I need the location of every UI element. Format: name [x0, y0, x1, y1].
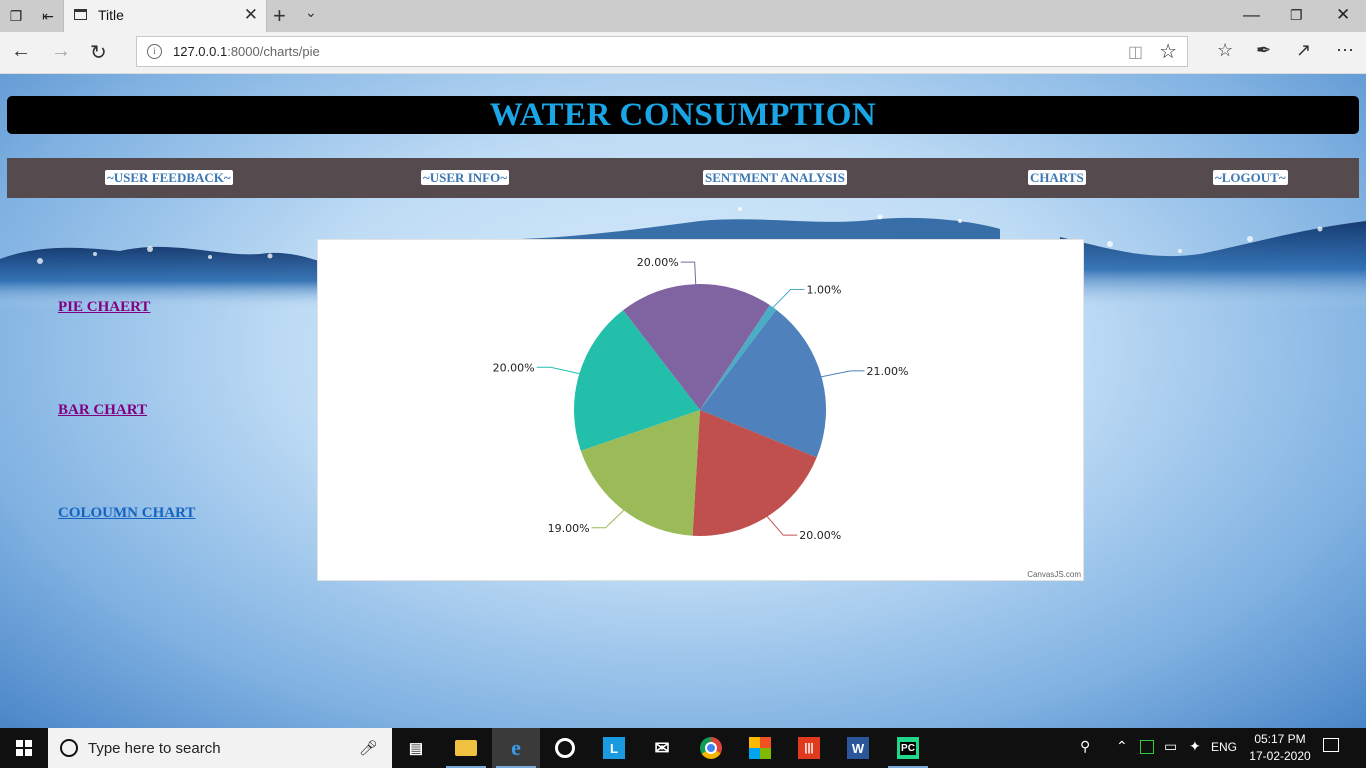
battery-icon[interactable]: ▭: [1164, 738, 1177, 755]
forward-icon[interactable]: →: [51, 40, 71, 63]
l-app-icon: L: [603, 737, 625, 759]
action-center-icon[interactable]: [1323, 738, 1339, 752]
new-tab-icon[interactable]: +: [273, 3, 286, 29]
back-icon[interactable]: ←: [11, 40, 31, 63]
word-icon: W: [847, 737, 869, 759]
l-app-button[interactable]: L: [590, 728, 638, 768]
taskbar-search[interactable]: Type here to search 🎤︎: [48, 728, 392, 768]
browser-tab-bar: ❐ ⇤ Title ✕ + ⌄ — ❐ ✕: [0, 0, 1366, 32]
show-hidden-icons-chevron[interactable]: ⌃: [1116, 738, 1128, 755]
set-tabs-aside-icon[interactable]: ⇤: [38, 6, 58, 26]
folder-icon: [455, 740, 477, 756]
task-view-icon: ▤: [408, 740, 424, 757]
favorites-list-icon[interactable]: ☆: [1217, 40, 1233, 61]
pie-label-3: 20.00%: [493, 361, 535, 374]
nav-user-info[interactable]: ~USER INFO~: [421, 170, 509, 185]
pen-icon[interactable]: ✒: [1256, 40, 1271, 61]
more-icon[interactable]: ⋯: [1336, 40, 1354, 61]
reading-view-icon[interactable]: ◫: [1128, 42, 1143, 62]
start-button[interactable]: [0, 728, 48, 768]
tab-list-chevron-icon[interactable]: ⌄: [305, 4, 317, 21]
pie-leader-line-2: [591, 509, 625, 529]
red-app-button[interactable]: |||: [785, 728, 833, 768]
file-explorer-button[interactable]: [442, 728, 490, 768]
pycharm-icon: PC: [897, 737, 919, 759]
disc-icon: [555, 738, 575, 758]
url-field[interactable]: i 127.0.0.1:8000/charts/pie ◫ ☆: [136, 36, 1188, 67]
refresh-icon[interactable]: ↻: [90, 40, 107, 65]
pie-chart-link[interactable]: PIE CHAERT: [58, 299, 150, 316]
close-tab-icon[interactable]: ✕: [244, 5, 258, 25]
pie-chart-panel: 21.00% 20.00% 19.00% 20.00% 20.00% 1.00% Canv…: [317, 239, 1084, 581]
wifi-icon[interactable]: ✦: [1189, 738, 1201, 755]
chart-credit[interactable]: CanvasJS.com: [1027, 570, 1081, 579]
nav-user-feedback[interactable]: ~USER FEEDBACK~: [105, 170, 233, 185]
red-app-icon: |||: [798, 737, 820, 759]
pie-label-2: 19.00%: [548, 522, 590, 535]
word-button[interactable]: W: [834, 728, 882, 768]
pie-label-5: 1.00%: [807, 283, 842, 296]
address-bar-row: ← → ↻ i 127.0.0.1:8000/charts/pie ◫ ☆ ☆ …: [0, 32, 1366, 74]
clock-date: 17-02-2020: [1249, 749, 1311, 763]
microphone-icon[interactable]: 🎤︎: [359, 739, 378, 757]
pie-leader-line-3: [536, 366, 580, 375]
pie-leader-line-1: [766, 516, 798, 536]
page-body: WATER CONSUMPTION ~USER FEEDBACK~ ~USER …: [0, 74, 1366, 728]
edge-icon: e: [511, 735, 521, 760]
windows-logo-icon: [16, 740, 32, 756]
page-title: WATER CONSUMPTION: [489, 97, 877, 133]
main-nav: ~USER FEEDBACK~ ~USER INFO~ SENTMENT ANA…: [7, 158, 1359, 198]
nav-charts[interactable]: CHARTS: [1028, 170, 1086, 185]
tray-app-icon[interactable]: [1140, 740, 1154, 754]
search-placeholder: Type here to search: [88, 740, 221, 757]
restore-icon[interactable]: ❐: [1290, 7, 1303, 24]
browser-tab[interactable]: Title ✕: [63, 0, 267, 32]
page-icon: [74, 9, 87, 20]
url-text: 127.0.0.1:8000/charts/pie: [173, 44, 320, 59]
chrome-icon: [700, 737, 722, 759]
pie-label-1: 20.00%: [799, 529, 841, 542]
mail-icon: ✉: [654, 737, 670, 758]
column-chart-link[interactable]: COLOUMN CHART: [58, 505, 195, 522]
mail-button[interactable]: ✉: [638, 728, 686, 768]
edge-browser-button[interactable]: e: [492, 728, 540, 768]
media-app-button[interactable]: [541, 728, 589, 768]
favorite-star-icon[interactable]: ☆: [1159, 39, 1177, 64]
pie-chart: 21.00% 20.00% 19.00% 20.00% 20.00% 1.00%: [493, 256, 909, 542]
chrome-button[interactable]: [687, 728, 735, 768]
task-view-button[interactable]: ▤: [392, 728, 440, 768]
share-icon[interactable]: ↗: [1296, 40, 1311, 61]
windows-taskbar: Type here to search 🎤︎ ▤ e L ✉ ||| W PC …: [0, 728, 1366, 768]
store-button[interactable]: [736, 728, 784, 768]
language-indicator[interactable]: ENG: [1211, 740, 1237, 754]
cortana-icon: [60, 739, 78, 757]
site-info-icon[interactable]: i: [147, 44, 162, 59]
tab-preview-icon[interactable]: ❐: [6, 6, 26, 26]
close-window-icon[interactable]: ✕: [1336, 5, 1350, 25]
clock-time: 05:17 PM: [1254, 732, 1306, 746]
clock[interactable]: 05:17 PM 17-02-2020: [1244, 731, 1316, 765]
nav-logout[interactable]: ~LOGOUT~: [1213, 170, 1288, 185]
bar-chart-link[interactable]: BAR CHART: [58, 402, 147, 419]
tab-title: Title: [98, 7, 124, 23]
pycharm-button[interactable]: PC: [884, 728, 932, 768]
pie-leader-line-0: [821, 370, 865, 378]
header-banner: WATER CONSUMPTION: [7, 96, 1359, 134]
people-icon[interactable]: ⚲: [1080, 738, 1090, 755]
pie-label-0: 21.00%: [866, 365, 908, 378]
store-icon: [749, 737, 771, 759]
pie-leader-line-4: [680, 261, 697, 285]
pie-label-4: 20.00%: [637, 256, 679, 269]
nav-sentiment-analysis[interactable]: SENTMENT ANALYSIS: [703, 170, 847, 185]
pie-leader-line-5: [772, 288, 805, 308]
minimize-icon[interactable]: —: [1243, 5, 1260, 25]
